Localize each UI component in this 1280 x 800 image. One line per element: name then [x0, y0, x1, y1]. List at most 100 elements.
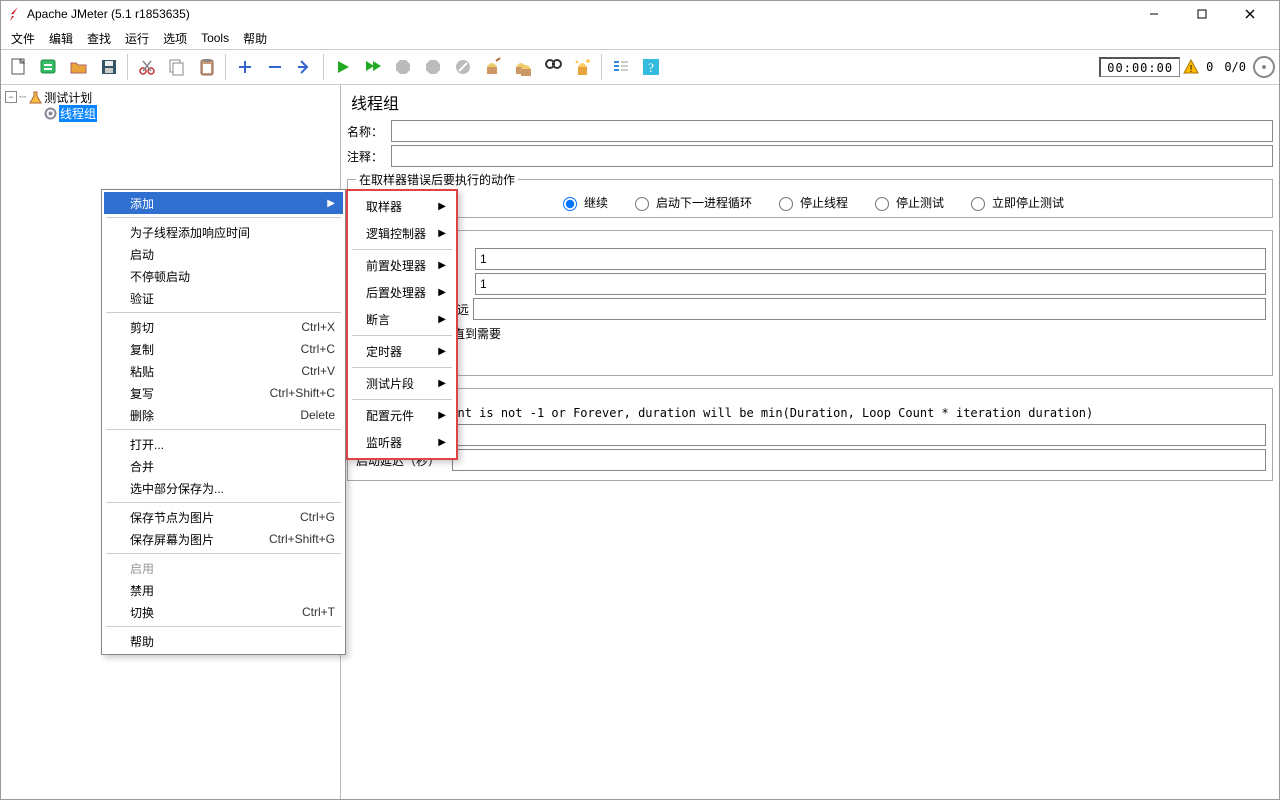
ctx-add[interactable]: 添加▶ [104, 192, 343, 214]
minimize-button[interactable] [1131, 1, 1177, 27]
cut-button[interactable] [133, 54, 160, 81]
name-input[interactable] [391, 120, 1273, 142]
ctx-save-screen-image[interactable]: 保存屏幕为图片Ctrl+Shift+G [104, 528, 343, 550]
chevron-right-icon: ▶ [438, 260, 446, 271]
tree-thread-group[interactable]: 线程组 [5, 105, 340, 121]
radio-continue[interactable]: 继续 [558, 194, 608, 211]
error-count: 0 [1202, 60, 1217, 74]
save-button[interactable] [95, 54, 122, 81]
ctx-save-selection[interactable]: 选中部分保存为... [104, 477, 343, 499]
warning-icon[interactable]: ! [1183, 59, 1199, 75]
ctx-merge[interactable]: 合并 [104, 455, 343, 477]
startup-delay-input[interactable] [452, 449, 1266, 471]
stop-button[interactable] [389, 54, 416, 81]
menu-options[interactable]: 选项 [157, 28, 193, 49]
start-button[interactable] [329, 54, 356, 81]
new-button[interactable] [5, 54, 32, 81]
maximize-button[interactable] [1179, 1, 1225, 27]
menu-run[interactable]: 运行 [119, 28, 155, 49]
search-button[interactable] [539, 54, 566, 81]
ctx-help[interactable]: 帮助 [104, 630, 343, 652]
ctx-paste[interactable]: 粘贴Ctrl+V [104, 360, 343, 382]
chevron-right-icon: ▶ [438, 437, 446, 448]
rampup-input[interactable] [475, 273, 1266, 295]
comments-label: 注释： [347, 148, 387, 165]
tree-root[interactable]: − ┄ 测试计划 [5, 89, 340, 105]
separator-icon [352, 335, 452, 336]
clear-all-button[interactable] [509, 54, 536, 81]
separator-icon [106, 626, 341, 627]
app-window: Apache JMeter (5.1 r1853635) 文件 编辑 查找 运行… [0, 0, 1280, 800]
clear-button[interactable] [479, 54, 506, 81]
radio-stop-test[interactable]: 停止测试 [870, 194, 944, 211]
menu-help[interactable]: 帮助 [237, 28, 273, 49]
radio-start-next-loop[interactable]: 启动下一进程循环 [630, 194, 752, 211]
ctx-start-no-pause[interactable]: 不停顿启动 [104, 265, 343, 287]
sub-assertion[interactable]: 断言▶ [350, 306, 454, 333]
sub-pre-processor[interactable]: 前置处理器▶ [350, 252, 454, 279]
app-feather-icon [7, 7, 21, 21]
ctx-toggle[interactable]: 切换Ctrl+T [104, 601, 343, 623]
templates-button[interactable] [35, 54, 62, 81]
open-button[interactable] [65, 54, 92, 81]
elapsed-timer: 00:00:00 [1099, 57, 1180, 77]
start-no-pause-button[interactable] [359, 54, 386, 81]
name-label: 名称： [347, 123, 387, 140]
radio-stop-thread[interactable]: 停止线程 [774, 194, 848, 211]
help-button[interactable]: ? [637, 54, 664, 81]
loop-input[interactable] [473, 298, 1266, 320]
sub-logic-controller[interactable]: 逻辑控制器▶ [350, 220, 454, 247]
radio-stop-test-now[interactable]: 立即停止测试 [966, 194, 1064, 211]
expand-button[interactable] [231, 54, 258, 81]
ctx-cut[interactable]: 剪切Ctrl+X [104, 316, 343, 338]
toolbar: ? 00:00:00 ! 0 0/0 [1, 49, 1279, 85]
chevron-right-icon: ▶ [438, 378, 446, 389]
toggle-button[interactable] [291, 54, 318, 81]
menu-edit[interactable]: 编辑 [43, 28, 79, 49]
chevron-right-icon: ▶ [438, 201, 446, 212]
reset-search-button[interactable] [569, 54, 596, 81]
ctx-copy[interactable]: 复制Ctrl+C [104, 338, 343, 360]
test-plan-tree[interactable]: − ┄ 测试计划 线程组 添加▶ 为子线程添加响应时间 启动 不停顿启动 验证 … [1, 85, 341, 799]
sub-listener[interactable]: 监听器▶ [350, 429, 454, 456]
copy-button[interactable] [163, 54, 190, 81]
chevron-right-icon: ▶ [438, 346, 446, 357]
separator-icon [106, 429, 341, 430]
paste-button[interactable] [193, 54, 220, 81]
ctx-add-think-time[interactable]: 为子线程添加响应时间 [104, 221, 343, 243]
thread-properties-fieldset: 线程属性 线程数： Ramp-Up时间(秒)： 循环次数 永远 延迟创建线程直到… [347, 222, 1273, 376]
collapse-button[interactable] [261, 54, 288, 81]
menu-file[interactable]: 文件 [5, 28, 41, 49]
ctx-disable[interactable]: 禁用 [104, 579, 343, 601]
ctx-duplicate[interactable]: 复写Ctrl+Shift+C [104, 382, 343, 404]
threads-input[interactable] [475, 248, 1266, 270]
context-submenu-add: 取样器▶ 逻辑控制器▶ 前置处理器▶ 后置处理器▶ 断言▶ 定时器▶ 测试片段▶… [346, 189, 458, 460]
separator-icon [323, 54, 324, 80]
sub-sampler[interactable]: 取样器▶ [350, 193, 454, 220]
sub-post-processor[interactable]: 后置处理器▶ [350, 279, 454, 306]
menubar: 文件 编辑 查找 运行 选项 Tools 帮助 [1, 27, 1279, 49]
comments-input[interactable] [391, 145, 1273, 167]
shutdown-button[interactable] [419, 54, 446, 81]
ctx-remove[interactable]: 删除Delete [104, 404, 343, 426]
menu-tools[interactable]: Tools [195, 29, 235, 47]
duration-input[interactable] [452, 424, 1266, 446]
separator-icon [106, 502, 341, 503]
sub-timer[interactable]: 定时器▶ [350, 338, 454, 365]
separator-icon [352, 367, 452, 368]
sub-config-element[interactable]: 配置元件▶ [350, 402, 454, 429]
ctx-open[interactable]: 打开... [104, 433, 343, 455]
close-button[interactable] [1227, 1, 1273, 27]
function-helper-button[interactable] [607, 54, 634, 81]
menu-search[interactable]: 查找 [81, 28, 117, 49]
sub-test-fragment[interactable]: 测试片段▶ [350, 370, 454, 397]
collapse-icon[interactable]: − [5, 91, 17, 103]
ctx-validate[interactable]: 验证 [104, 287, 343, 309]
svg-text:!: ! [1190, 64, 1193, 75]
separator-icon [106, 217, 341, 218]
chevron-right-icon: ▶ [327, 198, 335, 209]
ctx-start[interactable]: 启动 [104, 243, 343, 265]
stop-remote-button[interactable] [449, 54, 476, 81]
ctx-save-node-image[interactable]: 保存节点为图片Ctrl+G [104, 506, 343, 528]
scheduler-warning-text: If Loop Count is not -1 or Forever, dura… [378, 406, 1093, 420]
